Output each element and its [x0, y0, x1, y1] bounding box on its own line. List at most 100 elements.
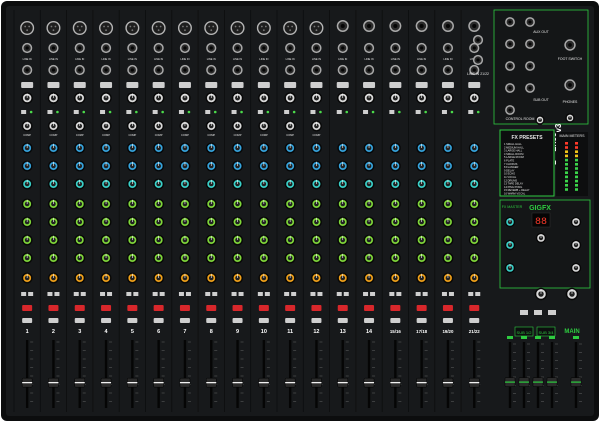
gain-knob[interactable] [363, 92, 375, 104]
foot-switch-jack[interactable] [564, 39, 576, 51]
xlr-input[interactable] [256, 21, 271, 35]
pfl-button[interactable] [258, 318, 269, 323]
line-input-jack[interactable] [179, 42, 191, 54]
pfl-button[interactable] [469, 318, 480, 323]
line-input-jack[interactable] [468, 20, 481, 32]
hi-z-button[interactable] [257, 82, 270, 88]
eq-mid-knob[interactable] [48, 216, 59, 228]
aux-send-knob[interactable] [21, 160, 33, 172]
aux-send-knob[interactable] [205, 142, 217, 154]
aux-send-knob[interactable] [311, 160, 322, 172]
fx-send-knob[interactable] [416, 178, 428, 190]
fx-send-knob[interactable] [311, 178, 322, 190]
aux-send-knob[interactable] [153, 160, 165, 172]
xlr-input[interactable] [151, 21, 166, 35]
line-input-jack[interactable] [258, 42, 269, 54]
aux-send-knob[interactable] [74, 142, 86, 154]
output-jack[interactable] [505, 105, 515, 115]
fx-send-knob[interactable] [205, 178, 217, 190]
comp-knob[interactable] [48, 120, 59, 132]
line-input-jack[interactable] [100, 42, 112, 54]
pan-knob[interactable] [74, 272, 86, 284]
comp-knob[interactable] [258, 120, 270, 132]
gain-knob[interactable] [152, 92, 165, 104]
fx-send-knob[interactable] [468, 178, 480, 190]
sub-assign-button[interactable] [257, 292, 263, 296]
comp-knob[interactable] [232, 120, 243, 132]
pfl-button[interactable] [101, 318, 112, 323]
mute-button[interactable] [232, 305, 243, 311]
fx-send-knob[interactable] [48, 178, 59, 190]
pan-knob[interactable] [48, 272, 59, 284]
sub-assign-button[interactable] [126, 292, 132, 296]
aux-send-knob[interactable] [442, 142, 454, 154]
aux-send-knob[interactable] [442, 160, 454, 172]
mute-button[interactable] [22, 305, 33, 311]
fx-send-knob[interactable] [284, 178, 296, 190]
gain-knob[interactable] [179, 92, 191, 104]
sub-assign-button[interactable] [231, 292, 237, 296]
insert-jack[interactable] [179, 64, 191, 76]
eq-hi-knob[interactable] [100, 198, 112, 210]
gain-knob[interactable] [205, 92, 217, 104]
eq-low-knob[interactable] [258, 252, 270, 264]
mute-button[interactable] [469, 305, 480, 311]
aux-send-knob[interactable] [100, 160, 112, 172]
eq-freq-knob[interactable] [258, 234, 270, 246]
fx-send-knob[interactable] [363, 178, 375, 190]
eq-freq-knob[interactable] [100, 234, 112, 246]
eq-mid-knob[interactable] [258, 216, 270, 228]
line-input-jack[interactable] [441, 20, 454, 32]
comp-knob[interactable] [179, 120, 191, 132]
aux-send-knob[interactable] [337, 160, 349, 172]
xlr-input[interactable] [125, 21, 140, 35]
eq-low-knob[interactable] [126, 252, 138, 264]
mute-button[interactable] [416, 305, 427, 311]
xlr-input[interactable] [309, 21, 324, 35]
line-input-jack[interactable] [363, 42, 375, 54]
insert-jack[interactable] [100, 64, 112, 76]
aux-send-knob[interactable] [468, 160, 480, 172]
pfl-button[interactable] [153, 318, 164, 323]
low-cut-button[interactable] [257, 110, 263, 114]
line-input-jack[interactable] [415, 20, 428, 32]
eq-freq-knob[interactable] [126, 234, 138, 246]
fx-send-knob[interactable] [389, 178, 401, 190]
eq-mid-knob[interactable] [153, 216, 165, 228]
comp-knob[interactable] [284, 120, 296, 132]
eq-low-knob[interactable] [232, 252, 243, 264]
eq-low-knob[interactable] [205, 252, 217, 264]
aux-send-knob[interactable] [205, 160, 217, 172]
low-cut-button[interactable] [205, 110, 211, 114]
eq-mid-knob[interactable] [74, 216, 86, 228]
line-in-2122-jack[interactable] [472, 34, 484, 46]
output-jack[interactable] [525, 61, 535, 71]
insert-jack[interactable] [442, 64, 454, 76]
sub-assign-button[interactable] [448, 292, 454, 296]
fx-send-knob[interactable] [21, 178, 33, 190]
aux-send-knob[interactable] [179, 142, 191, 154]
eq-low-knob[interactable] [442, 252, 454, 264]
pfl-button[interactable] [206, 318, 217, 323]
comp-knob[interactable] [311, 120, 322, 132]
sub-assign-button[interactable] [100, 292, 106, 296]
eq-freq-knob[interactable] [468, 234, 480, 246]
hi-z-button[interactable] [415, 82, 428, 88]
insert-jack[interactable] [416, 64, 427, 76]
comp-knob[interactable] [21, 120, 33, 132]
mute-button[interactable] [48, 305, 59, 311]
mute-button[interactable] [206, 305, 217, 311]
sub-assign-button[interactable] [205, 292, 211, 296]
pfl-button[interactable] [48, 318, 59, 323]
eq-freq-knob[interactable] [363, 234, 375, 246]
eq-mid-knob[interactable] [21, 216, 33, 228]
eq-mid-knob[interactable] [232, 216, 243, 228]
line-input-jack[interactable] [390, 42, 401, 54]
hi-z-button[interactable] [100, 82, 113, 88]
comp-knob[interactable] [205, 120, 217, 132]
pfl-button[interactable] [337, 318, 348, 323]
aux-send-knob[interactable] [74, 160, 86, 172]
fx-send-knob[interactable] [153, 178, 165, 190]
low-cut-button[interactable] [389, 110, 395, 114]
sub-assign-button[interactable] [422, 292, 428, 296]
